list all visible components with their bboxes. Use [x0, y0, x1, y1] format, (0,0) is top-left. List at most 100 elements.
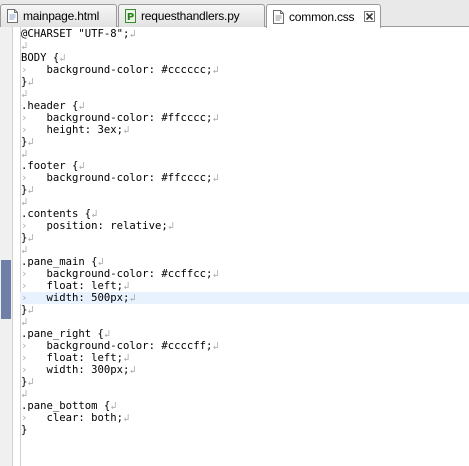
code-line[interactable]: › background-color: #ffcccc;↲ — [21, 112, 469, 124]
code-line[interactable]: }↲ — [21, 136, 469, 148]
tab-whitespace-marker: › — [21, 268, 47, 280]
code-line[interactable]: .footer {↲ — [21, 160, 469, 172]
tab-whitespace-marker: › — [21, 364, 47, 376]
code-line[interactable]: ↲ — [21, 88, 469, 100]
tab-whitespace-marker: › — [21, 340, 47, 352]
code-line[interactable]: › width: 300px;↲ — [21, 364, 469, 376]
newline-marker: ↲ — [27, 184, 34, 196]
tab-whitespace-marker: › — [21, 292, 47, 304]
code-line[interactable]: › background-color: #cccccc;↲ — [21, 64, 469, 76]
code-line[interactable]: › float: left;↲ — [21, 352, 469, 364]
tab-whitespace-marker: › — [21, 412, 47, 424]
code-line[interactable]: @CHARSET "UTF-8";↲ — [21, 28, 469, 40]
editor-window: mainpage.html P requesthandlers.py commo… — [0, 0, 469, 466]
code-text: .pane_main { — [21, 256, 98, 268]
code-text: clear: both; — [46, 412, 124, 424]
code-line[interactable]: .pane_bottom {↲ — [21, 400, 469, 412]
code-text: width: 300px; — [46, 364, 130, 376]
code-line[interactable]: › clear: both;↲ — [21, 412, 469, 424]
code-text: float: left; — [46, 352, 124, 364]
code-line[interactable]: › background-color: #ffcccc;↲ — [21, 172, 469, 184]
code-line[interactable]: .pane_right {↲ — [21, 328, 469, 340]
newline-marker: ↲ — [212, 268, 219, 280]
code-line[interactable]: }↲ — [21, 232, 469, 244]
tab-whitespace-marker: › — [21, 172, 47, 184]
code-line[interactable]: ↲ — [21, 316, 469, 328]
tab-requesthandlers-py[interactable]: P requesthandlers.py — [118, 4, 265, 27]
newline-marker: ↲ — [97, 256, 104, 268]
newline-marker: ↲ — [59, 52, 66, 64]
code-line[interactable]: }↲ — [21, 304, 469, 316]
code-line[interactable]: › width: 500px;↲ — [20, 292, 469, 304]
code-text: background-color: #cccccc; — [46, 64, 213, 76]
newline-marker: ↲ — [21, 196, 28, 208]
newline-marker: ↲ — [21, 316, 28, 328]
code-line[interactable]: .pane_main {↲ — [21, 256, 469, 268]
code-line[interactable]: BODY {↲ — [21, 52, 469, 64]
code-text-area[interactable]: @CHARSET "UTF-8";↲ ↲ BODY {↲ › background-c… — [20, 28, 469, 436]
newline-marker: ↲ — [21, 88, 28, 100]
code-line[interactable]: ↲ — [21, 148, 469, 160]
newline-marker: ↲ — [129, 292, 136, 304]
code-text: .pane_bottom { — [21, 400, 111, 412]
code-line[interactable]: › background-color: #ccccff;↲ — [21, 340, 469, 352]
tab-whitespace-marker: › — [21, 64, 47, 76]
tab-whitespace-marker: › — [21, 220, 47, 232]
newline-marker: ↲ — [167, 220, 175, 232]
newline-marker: ↲ — [103, 328, 111, 340]
newline-marker: ↲ — [27, 76, 34, 88]
tab-label: requesthandlers.py — [141, 9, 240, 23]
code-text: .contents { — [21, 208, 92, 220]
code-line[interactable]: › position: relative;↲ — [21, 220, 469, 232]
code-line[interactable]: › background-color: #ccffcc;↲ — [21, 268, 469, 280]
code-text: background-color: #ffcccc; — [46, 112, 213, 124]
code-text: background-color: #ccffcc; — [46, 268, 213, 280]
newline-marker: ↲ — [91, 208, 98, 220]
newline-marker: ↲ — [21, 244, 28, 256]
code-text: background-color: #ccccff; — [46, 340, 213, 352]
tab-whitespace-marker: › — [21, 280, 47, 292]
css-code-editor[interactable]: @CHARSET "UTF-8";↲ ↲ BODY {↲ › background-c… — [0, 27, 469, 466]
code-line[interactable]: }↲ — [21, 76, 469, 88]
newline-marker: ↲ — [27, 376, 34, 388]
newline-marker: ↲ — [123, 412, 130, 424]
code-line[interactable]: } — [21, 424, 469, 436]
code-line[interactable]: .contents {↲ — [21, 208, 469, 220]
code-line[interactable]: › height: 3ex;↲ — [21, 124, 469, 136]
close-icon[interactable] — [364, 11, 376, 22]
newline-marker: ↲ — [27, 136, 34, 148]
tab-whitespace-marker: › — [21, 124, 47, 136]
tab-whitespace-marker: › — [21, 352, 47, 364]
newline-marker: ↲ — [21, 148, 28, 160]
newline-marker: ↲ — [21, 388, 28, 400]
newline-marker: ↲ — [123, 124, 130, 136]
code-text: BODY { — [21, 52, 60, 64]
newline-marker: ↲ — [212, 172, 219, 184]
code-text: width: 500px; — [46, 292, 130, 304]
newline-marker: ↲ — [212, 64, 219, 76]
code-line[interactable]: }↲ — [21, 184, 469, 196]
code-line[interactable]: ↲ — [21, 196, 469, 208]
code-text: .footer { — [21, 160, 79, 172]
tab-mainpage-html[interactable]: mainpage.html — [0, 4, 117, 27]
code-line[interactable]: › float: left;↲ — [21, 280, 469, 292]
newline-marker: ↲ — [123, 280, 130, 292]
newline-marker: ↲ — [110, 400, 117, 412]
tab-whitespace-marker: › — [21, 112, 47, 124]
newline-marker: ↲ — [123, 352, 130, 364]
newline-marker: ↲ — [21, 40, 28, 52]
editor-tab-bar: mainpage.html P requesthandlers.py commo… — [0, 0, 469, 28]
css-file-icon — [273, 9, 284, 24]
code-line[interactable]: ↲ — [21, 244, 469, 256]
code-line[interactable]: ↲ — [21, 40, 469, 52]
code-line[interactable]: }↲ — [21, 376, 469, 388]
newline-marker: ↲ — [78, 160, 85, 172]
newline-marker: ↲ — [212, 340, 219, 352]
tab-common-css[interactable]: common.css — [266, 4, 381, 28]
vertical-ruler — [0, 27, 13, 466]
code-text: } — [21, 424, 28, 436]
code-text: height: 3ex; — [46, 124, 124, 136]
newline-marker: ↲ — [129, 28, 136, 40]
code-line[interactable]: ↲ — [21, 388, 469, 400]
code-line[interactable]: .header {↲ — [21, 100, 469, 112]
